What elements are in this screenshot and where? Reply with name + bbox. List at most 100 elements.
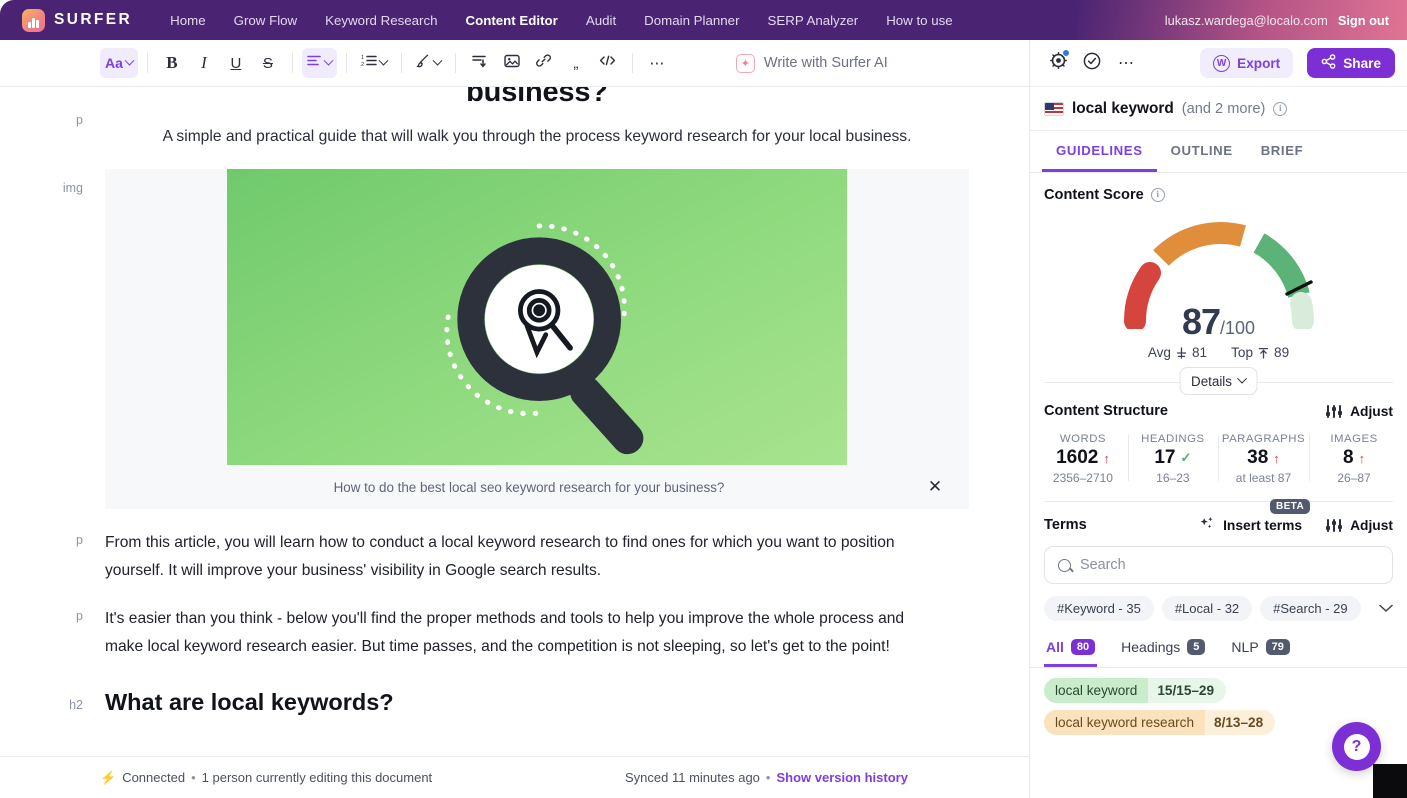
document-scroll-area[interactable]: business? p A simple and practical guide… — [0, 87, 1029, 756]
sparkle-icon: ✦ — [735, 53, 755, 73]
stat-range: 2356–2710 — [1052, 471, 1113, 485]
document-content: business? p A simple and practical guide… — [0, 87, 1029, 726]
nav-item-home[interactable]: Home — [156, 7, 219, 34]
export-button[interactable]: W Export — [1200, 48, 1294, 78]
terms-adjust-button[interactable]: Adjust — [1326, 518, 1393, 533]
show-version-history-link[interactable]: Show version history — [776, 770, 907, 785]
svg-text:2: 2 — [361, 62, 364, 67]
chip-search[interactable]: #Search - 29 — [1260, 596, 1361, 621]
avg-score: Avg 81 — [1148, 345, 1207, 360]
stat-label: WORDS — [1059, 433, 1107, 445]
stat-images: IMAGES 8 ↑ 26–87 — [1309, 433, 1399, 485]
info-icon[interactable]: i — [1273, 101, 1288, 116]
tab-outline[interactable]: OUTLINE — [1157, 131, 1247, 172]
insert-terms-button[interactable]: BETA Insert terms — [1199, 499, 1311, 534]
panel-scroll-area[interactable]: Content Score i 87/100 Avg 81 Top 89 Det… — [1030, 173, 1407, 798]
info-icon[interactable]: i — [1150, 188, 1165, 202]
tab-brief[interactable]: BRIEF — [1247, 131, 1318, 172]
more-options-button[interactable]: ⋯ — [642, 48, 672, 78]
paragraph-1-text[interactable]: From this article, you will learn how to… — [105, 529, 969, 585]
underline-icon: U — [230, 54, 242, 72]
gutter-label-h2: h2 — [69, 698, 83, 712]
blockquote-button[interactable]: „ — [561, 48, 591, 78]
task-check-button[interactable] — [1078, 49, 1106, 77]
term-item[interactable]: local keyword 15/15–29 — [1044, 678, 1227, 703]
bar-chart-icon — [22, 8, 45, 32]
italic-icon: I — [201, 53, 207, 72]
quote-icon: „ — [573, 54, 579, 72]
font-style-button[interactable]: Aa — [100, 48, 138, 78]
editor-pane: Aa B I U S 1 2 „ ⋯ ✦ Write with Surfer A… — [0, 40, 1030, 798]
nav-item-domain-planner[interactable]: Domain Planner — [630, 7, 753, 34]
top-navigation-bar: SURFER Home Grow Flow Keyword Research C… — [0, 0, 1407, 40]
highlight-color-button[interactable] — [411, 48, 446, 78]
toolbar-divider — [400, 53, 402, 73]
check-circle-icon — [1083, 52, 1101, 75]
chip-keyword[interactable]: #Keyword - 35 — [1044, 596, 1154, 621]
subtab-headings[interactable]: Headings 5 — [1119, 633, 1207, 667]
nav-item-keyword-research[interactable]: Keyword Research — [311, 7, 451, 34]
nav-item-grow-flow[interactable]: Grow Flow — [220, 7, 312, 34]
write-with-surfer-ai-button[interactable]: ✦ Write with Surfer AI — [735, 53, 888, 73]
sign-out-link[interactable]: Sign out — [1338, 13, 1389, 28]
lead-paragraph-text[interactable]: A simple and practical guide that will w… — [105, 109, 969, 151]
content-score-section: Content Score i — [1030, 173, 1407, 203]
insert-image-button[interactable] — [497, 48, 527, 78]
insert-link-button[interactable] — [529, 48, 559, 78]
chevron-down-icon — [1237, 373, 1248, 384]
strikethrough-button[interactable]: S — [253, 48, 283, 78]
terms-search-box[interactable]: Search — [1044, 546, 1393, 584]
editing-users-label: 1 person currently editing this document — [201, 770, 433, 785]
image-block: img How to do the best local seo keyword… — [0, 151, 1029, 509]
guidelines-panel: ⋯ W Export Share local keyword (and 2 mo… — [1030, 40, 1407, 798]
lightning-icon: ⚡ — [100, 769, 117, 785]
term-item[interactable]: local keyword research 8/13–28 — [1044, 710, 1276, 735]
nav-links: Home Grow Flow Keyword Research Content … — [156, 7, 967, 34]
nav-item-how-to-use[interactable]: How to use — [872, 7, 967, 34]
indent-button[interactable] — [465, 48, 495, 78]
tab-guidelines[interactable]: GUIDELINES — [1042, 131, 1157, 172]
text-align-button[interactable] — [301, 48, 337, 78]
search-input[interactable]: Search — [1080, 557, 1126, 573]
code-icon — [599, 54, 616, 72]
paragraph-2-text[interactable]: It's easier than you think - below you'l… — [105, 605, 969, 661]
image-container[interactable]: How to do the best local seo keyword res… — [105, 169, 969, 509]
score-value: 87 — [1181, 301, 1221, 342]
terms-header: Terms BETA Insert terms Adjust — [1030, 499, 1407, 534]
nav-item-content-editor[interactable]: Content Editor — [452, 7, 572, 34]
expand-chips-button[interactable] — [1379, 600, 1393, 618]
ordered-list-button[interactable]: 1 2 — [356, 48, 392, 78]
panel-more-button[interactable]: ⋯ — [1112, 49, 1140, 77]
image-caption[interactable]: How to do the best local seo keyword res… — [135, 480, 923, 495]
term-usage: 15/15–29 — [1157, 683, 1215, 698]
italic-button[interactable]: I — [189, 48, 219, 78]
chip-local[interactable]: #Local - 32 — [1161, 596, 1253, 621]
share-button[interactable]: Share — [1307, 48, 1395, 78]
underline-button[interactable]: U — [221, 48, 251, 78]
code-block-button[interactable] — [593, 48, 623, 78]
subtab-all[interactable]: All 80 — [1044, 633, 1098, 667]
gutter-label-p: p — [76, 609, 83, 623]
close-icon[interactable]: ✕ — [923, 477, 947, 497]
surfer-logo[interactable]: SURFER — [22, 8, 132, 32]
nav-item-audit[interactable]: Audit — [572, 7, 630, 34]
content-score-gauge: 87/100 Avg 81 Top 89 — [1030, 205, 1407, 360]
panel-tabs: GUIDELINES OUTLINE BRIEF — [1030, 131, 1407, 173]
additional-keywords-count[interactable]: (and 2 more) — [1182, 101, 1266, 117]
adjust-label: Adjust — [1350, 517, 1393, 533]
stat-label: HEADINGS — [1141, 433, 1205, 445]
subtab-nlp[interactable]: NLP 79 — [1229, 633, 1291, 667]
stat-value-row: 1602 ↑ — [1042, 447, 1124, 469]
nav-item-serp-analyzer[interactable]: SERP Analyzer — [754, 7, 873, 34]
sliders-icon — [1326, 404, 1343, 418]
gutter-label-img: img — [62, 181, 83, 195]
stat-value-row: 38 ↑ — [1222, 447, 1305, 469]
font-style-label: Aa — [105, 55, 123, 71]
settings-button[interactable] — [1044, 49, 1072, 77]
stat-range: at least 87 — [1235, 471, 1292, 485]
bold-button[interactable]: B — [157, 48, 187, 78]
content-structure-adjust-button[interactable]: Adjust — [1326, 404, 1393, 419]
app-body: Aa B I U S 1 2 „ ⋯ ✦ Write with Surfer A… — [0, 40, 1407, 798]
details-button[interactable]: Details — [1179, 367, 1258, 395]
heading2-text[interactable]: What are local keywords? — [105, 689, 969, 716]
